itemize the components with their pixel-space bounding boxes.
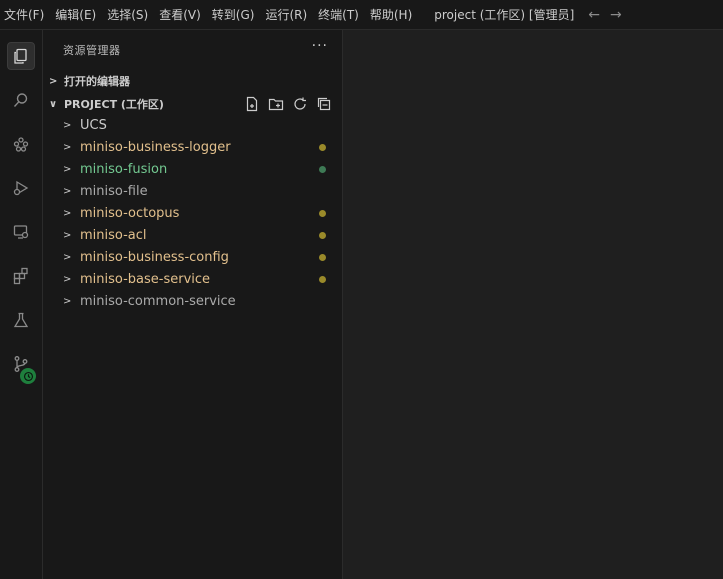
editor-area[interactable] — [343, 30, 723, 579]
chevron-right-icon: > — [63, 207, 72, 219]
arrow-left-icon[interactable]: ← — [588, 7, 600, 23]
window-title: project (工作区) [管理员] — [434, 8, 575, 22]
new-file-icon[interactable] — [244, 96, 260, 112]
activity-bar — [0, 30, 43, 579]
tree-item-label: miniso-common-service — [80, 293, 236, 309]
menu-view[interactable]: 查看(V) — [154, 0, 207, 30]
tree-item[interactable]: > miniso-acl — [43, 224, 342, 246]
chevron-right-icon: > — [63, 251, 72, 263]
refresh-icon[interactable] — [292, 96, 308, 112]
new-folder-icon[interactable] — [268, 96, 284, 112]
workspace-section[interactable]: ∨ PROJECT (工作区) — [43, 93, 342, 115]
tree-item[interactable]: > miniso-base-service — [43, 268, 342, 290]
tree-item[interactable]: > miniso-fusion — [43, 158, 342, 180]
tree-item[interactable]: > miniso-common-service — [43, 290, 342, 312]
tree-item[interactable]: > UCS — [43, 114, 342, 136]
status-dot — [319, 143, 326, 151]
chevron-right-icon: > — [63, 295, 72, 307]
testing-icon[interactable] — [7, 306, 35, 334]
files-icon[interactable] — [7, 42, 35, 70]
explorer-toolbar — [244, 96, 332, 112]
chevron-right-icon: > — [63, 185, 72, 197]
chevron-right-icon: > — [63, 119, 72, 131]
menu-bar: 文件(F) 编辑(E) 选择(S) 查看(V) 转到(G) 运行(R) 终端(T… — [0, 0, 723, 30]
tree-item[interactable]: > miniso-business-logger — [43, 136, 342, 158]
tree-item-label: UCS — [80, 117, 107, 133]
tree-item-label: miniso-base-service — [80, 271, 211, 287]
explorer-title: 资源管理器 — [63, 44, 121, 57]
open-editors-section[interactable]: > 打开的编辑器 — [43, 70, 342, 92]
menu-run[interactable]: 运行(R) — [260, 0, 313, 30]
status-dot — [319, 209, 326, 217]
chevron-right-icon: > — [63, 273, 72, 285]
chevron-right-icon: > — [63, 163, 72, 175]
extensions-debug-icon[interactable] — [7, 130, 35, 158]
tree-item-label: miniso-acl — [80, 227, 147, 243]
tree-item[interactable]: > miniso-file — [43, 180, 342, 202]
remote-explorer-icon[interactable] — [7, 218, 35, 246]
menu-file[interactable]: 文件(F) — [0, 0, 50, 30]
status-dot — [319, 231, 326, 239]
chevron-right-icon: > — [63, 141, 72, 153]
status-dot — [319, 253, 326, 261]
tree-item-label: miniso-fusion — [80, 161, 168, 177]
chevron-down-icon: ∨ — [49, 98, 58, 110]
tree-item-label: miniso-file — [80, 183, 148, 199]
tree-item-label: miniso-business-config — [80, 249, 229, 265]
explorer-sidebar: 资源管理器 ··· > 打开的编辑器 ∨ PROJECT (工作区) > UCS — [43, 30, 343, 579]
tree-item[interactable]: > miniso-octopus — [43, 202, 342, 224]
status-dot — [319, 275, 326, 283]
status-dot — [319, 165, 326, 173]
menu-go[interactable]: 转到(G) — [207, 0, 261, 30]
run-debug-icon[interactable] — [7, 174, 35, 202]
menu-help[interactable]: 帮助(H) — [365, 0, 418, 30]
chevron-right-icon: > — [49, 75, 58, 87]
nav-arrows: ← → — [588, 7, 621, 23]
tree-item-label: miniso-octopus — [80, 205, 180, 221]
search-icon[interactable] — [7, 86, 35, 114]
arrow-right-icon[interactable]: → — [610, 7, 622, 23]
extensions-icon[interactable] — [7, 262, 35, 290]
workspace-label: PROJECT (工作区) — [64, 98, 164, 111]
clock-badge-icon — [20, 368, 36, 384]
more-actions-icon[interactable]: ··· — [312, 38, 328, 54]
open-editors-label: 打开的编辑器 — [64, 75, 130, 88]
chevron-right-icon: > — [63, 229, 72, 241]
tree-item-label: miniso-business-logger — [80, 139, 231, 155]
menu-terminal[interactable]: 终端(T) — [313, 0, 365, 30]
tree-item[interactable]: > miniso-business-config — [43, 246, 342, 268]
collapse-all-icon[interactable] — [316, 96, 332, 112]
menu-selection[interactable]: 选择(S) — [102, 0, 154, 30]
menu-edit[interactable]: 编辑(E) — [50, 0, 102, 30]
